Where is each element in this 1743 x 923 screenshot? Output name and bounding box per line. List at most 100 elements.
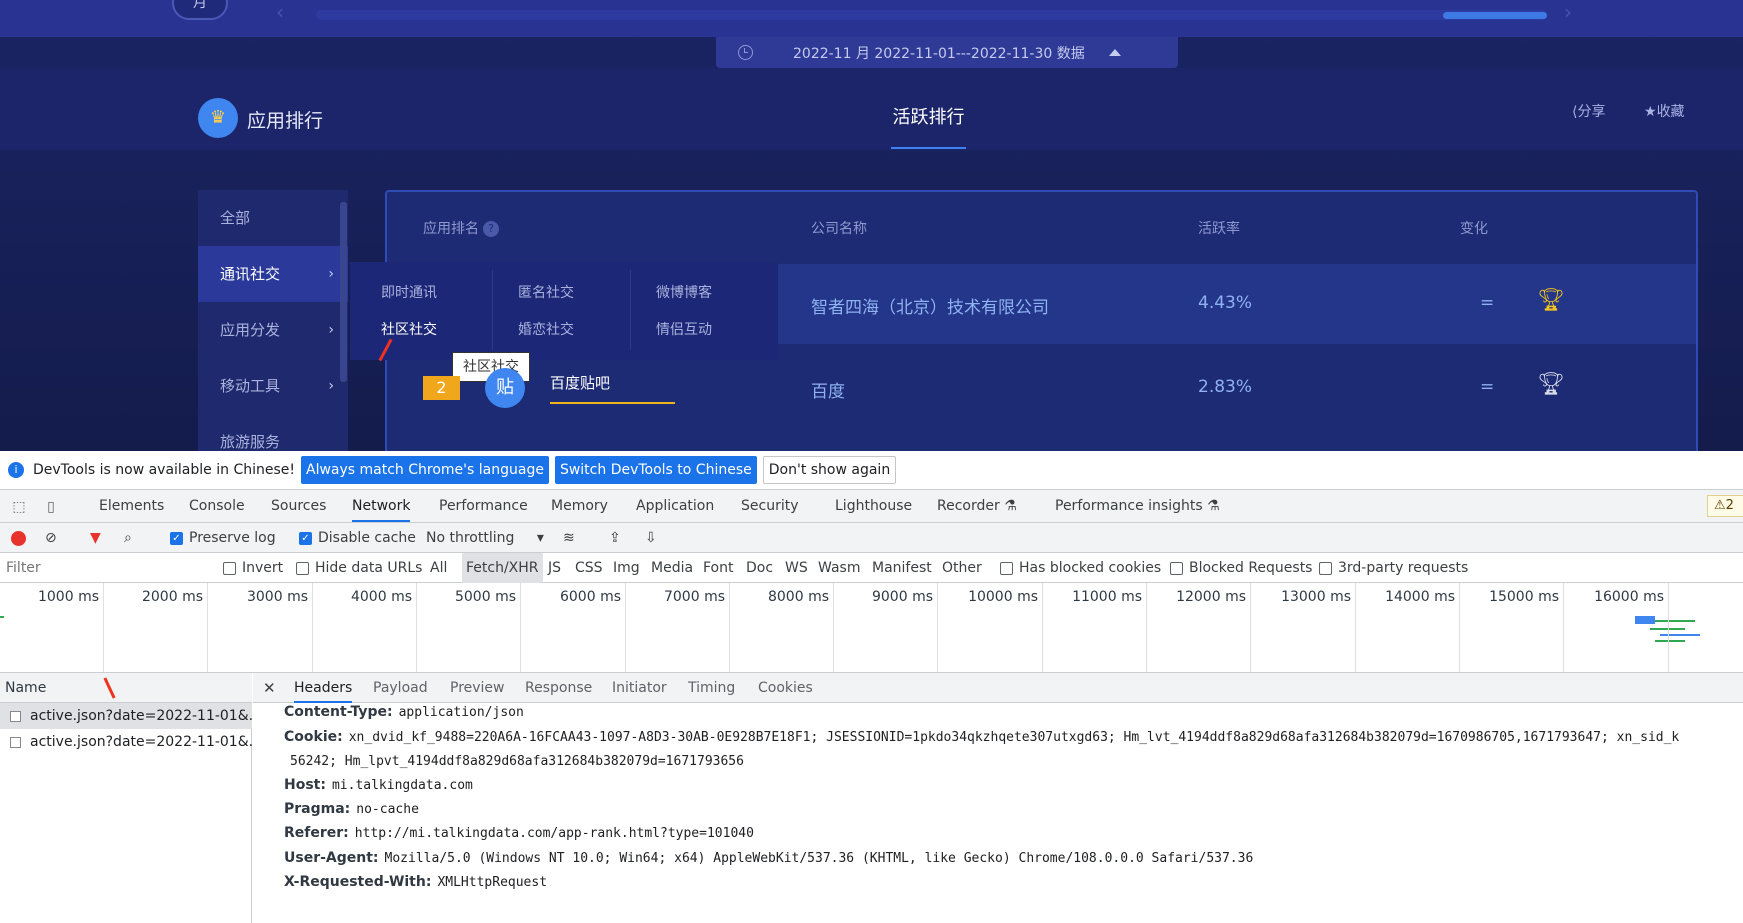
network-timeline[interactable]: 1000 ms 2000 ms 3000 ms 4000 ms 5000 ms 6000 …	[0, 583, 1743, 673]
tab-elements[interactable]: Elements	[99, 490, 164, 522]
filter-type-media[interactable]: Media	[651, 553, 693, 583]
filter-type-js[interactable]: JS	[548, 553, 561, 583]
filter-input[interactable]	[2, 556, 207, 580]
name-column-header[interactable]: Name	[0, 673, 252, 703]
checkbox-label: Hide data URLs	[315, 560, 423, 576]
dont-show-again-button[interactable]: Don't show again	[762, 456, 897, 484]
switch-chinese-button[interactable]: Switch DevTools to Chinese	[554, 456, 757, 484]
ranking-logo-icon: ♛	[198, 98, 238, 138]
header-line: Host: mi.talkingdata.com	[284, 777, 473, 793]
timeline-gridline	[1563, 583, 1564, 672]
tab-cookies[interactable]: Cookies	[758, 673, 813, 703]
tab-application[interactable]: Application	[636, 490, 714, 522]
tab-performance[interactable]: Performance	[439, 490, 528, 522]
date-range-bar[interactable]: 2022-11 月 2022-11-01---2022-11-30 数据	[716, 37, 1178, 68]
sidebar-item-mobile-tools[interactable]: 移动工具 ›	[198, 358, 348, 414]
tab-lighthouse[interactable]: Lighthouse	[835, 490, 912, 522]
header-key: Content-Type:	[284, 704, 393, 720]
app-name[interactable]: 百度贴吧	[550, 372, 610, 393]
tab-console[interactable]: Console	[189, 490, 245, 522]
submenu-item-im[interactable]: 即时通讯	[381, 282, 437, 302]
active-rate: 4.43%	[1198, 293, 1253, 313]
warning-badge[interactable]: ⚠2	[1707, 495, 1743, 517]
invert-checkbox[interactable]: Invert	[223, 553, 283, 583]
filter-type-font[interactable]: Font	[703, 553, 733, 583]
filter-icon[interactable]: ▼	[90, 523, 101, 553]
filter-type-wasm[interactable]: Wasm	[818, 553, 860, 583]
filter-type-manifest[interactable]: Manifest	[872, 553, 932, 583]
hide-data-urls-checkbox[interactable]: Hide data URLs	[296, 553, 422, 583]
blocked-requests-checkbox[interactable]: Blocked Requests	[1170, 553, 1312, 583]
checkbox-label: Has blocked cookies	[1019, 560, 1162, 576]
import-har-icon[interactable]: ⇪	[609, 523, 621, 553]
sidebar-scrollbar[interactable]	[340, 202, 347, 382]
device-toggle-icon[interactable]: ▯	[42, 498, 60, 516]
match-language-button[interactable]: Always match Chrome's language	[301, 456, 549, 484]
filter-type-doc[interactable]: Doc	[746, 553, 773, 583]
has-blocked-cookies-checkbox[interactable]: Has blocked cookies	[1000, 553, 1161, 583]
close-icon[interactable]: ✕	[263, 673, 276, 703]
tab-active-ranking[interactable]: 活跃排行	[891, 103, 966, 129]
tab-recorder[interactable]: Recorder ⚗	[937, 490, 1017, 522]
request-list: Name active.json?date=2022-11-01&... act…	[0, 673, 252, 923]
submenu-item-anonymous[interactable]: 匿名社交	[518, 282, 574, 302]
month-pill[interactable]: 月	[172, 0, 228, 20]
filter-type-all[interactable]: All	[430, 553, 447, 583]
preserve-log-checkbox[interactable]: ✓ Preserve log	[170, 523, 276, 553]
submenu-item-couple[interactable]: 情侣互动	[656, 319, 712, 339]
throttling-select[interactable]: No throttling ▾	[426, 523, 544, 553]
date-slider-track[interactable]	[316, 10, 1547, 20]
tab-security[interactable]: Security	[741, 490, 799, 522]
tab-response[interactable]: Response	[525, 673, 592, 703]
tab-headers[interactable]: Headers	[294, 673, 353, 703]
search-icon[interactable]: ⌕	[124, 523, 132, 553]
sidebar-item-social[interactable]: 通讯社交 ›	[198, 246, 348, 302]
timeline-gridline	[729, 583, 730, 672]
timeline-gridline	[312, 583, 313, 672]
filter-type-img[interactable]: Img	[613, 553, 640, 583]
record-icon[interactable]	[11, 531, 26, 546]
tab-memory[interactable]: Memory	[551, 490, 608, 522]
tab-sources[interactable]: Sources	[271, 490, 326, 522]
submenu-item-weibo[interactable]: 微博博客	[656, 282, 712, 302]
waterfall-bar	[1635, 616, 1655, 624]
sidebar-item-travel[interactable]: 旅游服务	[198, 414, 348, 451]
export-har-icon[interactable]: ⇩	[645, 523, 657, 553]
filter-type-other[interactable]: Other	[942, 553, 982, 583]
header-key: Referer:	[284, 825, 349, 841]
tab-payload[interactable]: Payload	[373, 673, 428, 703]
request-checkbox[interactable]	[10, 736, 21, 748]
network-conditions-icon[interactable]: ≋	[563, 523, 575, 553]
chevron-right-icon[interactable]: ›	[1564, 0, 1572, 24]
submenu-item-dating[interactable]: 婚恋社交	[518, 319, 574, 339]
filter-type-css[interactable]: CSS	[575, 553, 603, 583]
filter-type-fetch-xhr[interactable]: Fetch/XHR	[462, 553, 543, 583]
third-party-checkbox[interactable]: 3rd-party requests	[1319, 553, 1468, 583]
favorite-button[interactable]: ★收藏	[1644, 101, 1685, 121]
checkbox-checked-icon: ✓	[170, 531, 183, 545]
submenu-item-community[interactable]: 社区社交	[381, 319, 437, 339]
request-row[interactable]: active.json?date=2022-11-01&...	[0, 703, 252, 729]
request-row[interactable]: active.json?date=2022-11-01&...	[0, 729, 252, 755]
tab-network[interactable]: Network	[352, 490, 411, 522]
timeline-tick-label: 7000 ms	[663, 589, 725, 605]
help-icon[interactable]: ?	[483, 221, 499, 237]
sidebar-item-app-distribution[interactable]: 应用分发 ›	[198, 302, 348, 358]
share-button[interactable]: ⟨分享	[1572, 101, 1605, 121]
caret-up-icon[interactable]	[1108, 49, 1121, 56]
header-line: Cookie: xn_dvid_kf_9488=220A6A-16FCAA43-1…	[284, 729, 1679, 745]
tab-preview[interactable]: Preview	[450, 673, 505, 703]
inspect-icon[interactable]: ⬚	[10, 498, 28, 516]
filter-type-ws[interactable]: WS	[785, 553, 808, 583]
tab-initiator[interactable]: Initiator	[612, 673, 667, 703]
tab-performance-insights[interactable]: Performance insights ⚗	[1055, 490, 1220, 522]
timeline-gridline	[103, 583, 104, 672]
chevron-left-icon[interactable]: ‹	[276, 0, 284, 24]
app-underline	[550, 402, 675, 404]
tab-timing[interactable]: Timing	[688, 673, 735, 703]
disable-cache-checkbox[interactable]: ✓ Disable cache	[299, 523, 416, 553]
date-slider-handle[interactable]	[1443, 12, 1547, 19]
clear-icon[interactable]: ⊘	[45, 523, 57, 553]
sidebar-item-all[interactable]: 全部	[198, 190, 348, 246]
request-checkbox[interactable]	[10, 710, 21, 722]
